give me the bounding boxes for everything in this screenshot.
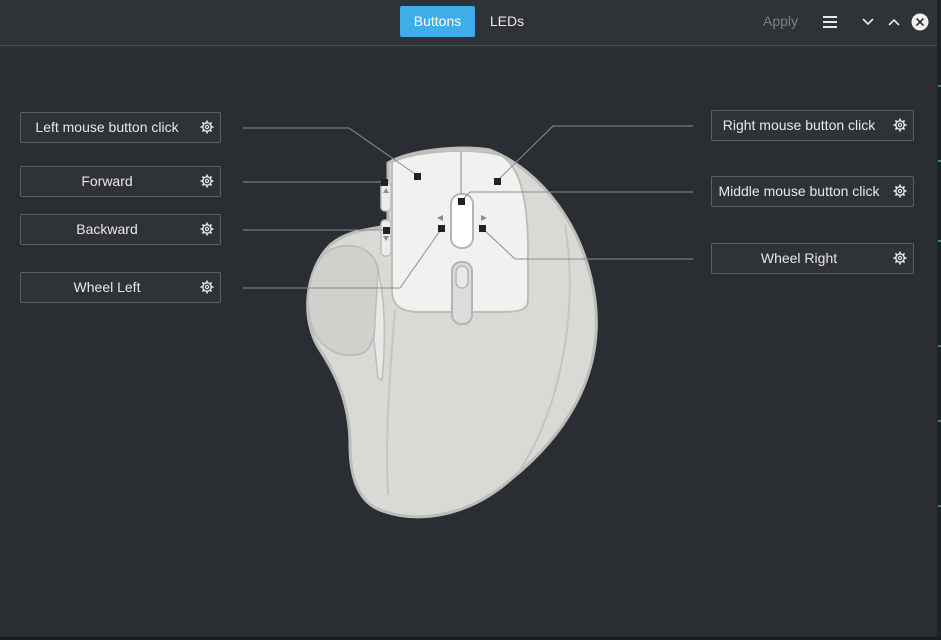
title-bar: Buttons LEDs Apply [0, 0, 937, 46]
right-click-label: Right mouse button click [722, 117, 876, 133]
left-click-label: Left mouse button click [35, 119, 179, 135]
wheel-right-label: Wheel Right [760, 250, 838, 266]
tab-buttons[interactable]: Buttons [400, 6, 475, 37]
window-edge-strip [937, 0, 941, 640]
minimize-chevron-icon[interactable] [857, 11, 879, 33]
tab-leds[interactable]: LEDs [482, 6, 532, 37]
left-click-mapping-button[interactable]: Left mouse button click [20, 112, 221, 143]
gear-icon[interactable] [893, 251, 907, 265]
maximize-chevron-icon[interactable] [883, 11, 905, 33]
gear-icon[interactable] [893, 184, 907, 198]
backward-mapping-button[interactable]: Backward [20, 214, 221, 245]
gear-icon[interactable] [200, 280, 214, 294]
wheel-right-mapping-button[interactable]: Wheel Right [711, 243, 914, 274]
apply-button[interactable]: Apply [763, 6, 798, 37]
forward-label: Forward [81, 173, 133, 189]
gear-icon[interactable] [200, 174, 214, 188]
middle-click-mapping-button[interactable]: Middle mouse button click [711, 176, 914, 207]
forward-mapping-button[interactable]: Forward [20, 166, 221, 197]
wheel-left-label: Wheel Left [73, 279, 141, 295]
backward-label: Backward [76, 221, 138, 237]
mouse-thumb-area [307, 244, 381, 357]
right-click-mapping-button[interactable]: Right mouse button click [711, 110, 914, 141]
gear-icon[interactable] [200, 120, 214, 134]
close-circle-icon[interactable] [909, 11, 931, 33]
middle-click-label: Middle mouse button click [718, 183, 880, 199]
wheel-left-mapping-button[interactable]: Wheel Left [20, 272, 221, 303]
gear-icon[interactable] [200, 222, 214, 236]
hamburger-menu-icon[interactable] [819, 11, 841, 33]
gear-icon[interactable] [893, 118, 907, 132]
